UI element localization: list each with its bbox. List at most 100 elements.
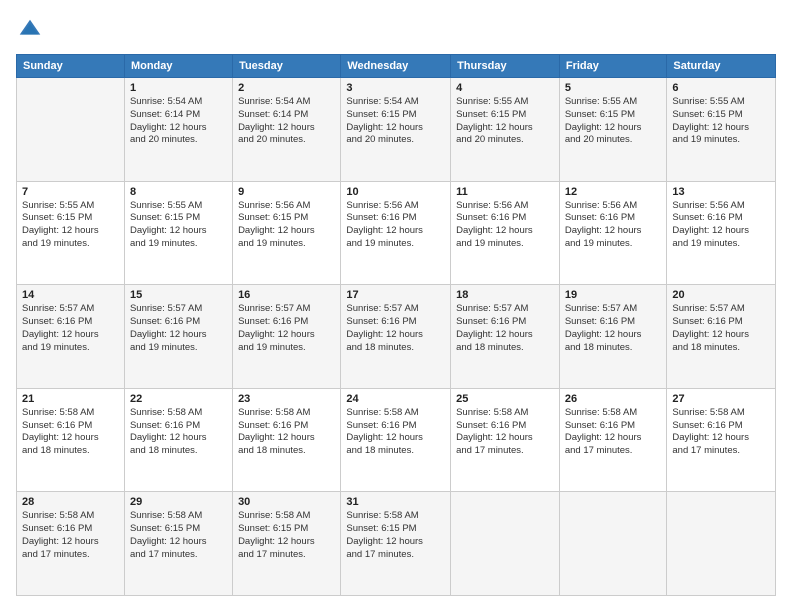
- calendar-cell: 20Sunrise: 5:57 AM Sunset: 6:16 PM Dayli…: [667, 285, 776, 389]
- page: SundayMondayTuesdayWednesdayThursdayFrid…: [0, 0, 792, 612]
- logo: [16, 16, 48, 44]
- day-number: 2: [238, 82, 335, 94]
- calendar-cell: [17, 78, 125, 182]
- calendar-cell: 27 Sunrise: 5:58 AM Sunset: 6:16 PM Dayli…: [667, 388, 776, 492]
- calendar-cell: 13 Sunrise: 5:56 AM Sunset: 6:16 PM Dayli…: [667, 181, 776, 285]
- day-info: Sunrise: 5:58 AM Sunset: 6:15 PM Dayligh…: [346, 510, 445, 561]
- calendar-cell: 31 Sunrise: 5:58 AM Sunset: 6:15 PM Dayli…: [341, 492, 451, 596]
- day-info: Sunrise: 5:55 AM Sunset: 6:15 PM Dayligh…: [22, 200, 119, 251]
- calendar-week-row: 21Sunrise: 5:58 AM Sunset: 6:16 PM Dayli…: [17, 388, 776, 492]
- day-info: Sunrise: 5:58 AM Sunset: 6:16 PM Dayligh…: [672, 407, 770, 458]
- day-number: 24: [346, 393, 445, 405]
- day-number: 11: [456, 186, 554, 198]
- calendar-cell: 15 Sunrise: 5:57 AM Sunset: 6:16 PM Dayli…: [124, 285, 232, 389]
- day-number: 4: [456, 82, 554, 94]
- header: [16, 16, 776, 44]
- day-info: Sunrise: 5:58 AM Sunset: 6:16 PM Dayligh…: [22, 510, 119, 561]
- day-info: Sunrise: 5:55 AM Sunset: 6:15 PM Dayligh…: [130, 200, 227, 251]
- calendar-cell: 28Sunrise: 5:58 AM Sunset: 6:16 PM Dayli…: [17, 492, 125, 596]
- day-number: 22: [130, 393, 227, 405]
- day-info: Sunrise: 5:57 AM Sunset: 6:16 PM Dayligh…: [346, 303, 445, 354]
- day-number: 23: [238, 393, 335, 405]
- calendar-cell: 17 Sunrise: 5:57 AM Sunset: 6:16 PM Dayli…: [341, 285, 451, 389]
- day-number: 17: [346, 289, 445, 301]
- calendar-cell: 1 Sunrise: 5:54 AM Sunset: 6:14 PM Daylig…: [124, 78, 232, 182]
- calendar-cell: 11 Sunrise: 5:56 AM Sunset: 6:16 PM Dayli…: [451, 181, 560, 285]
- calendar-cell: 18 Sunrise: 5:57 AM Sunset: 6:16 PM Dayli…: [451, 285, 560, 389]
- calendar-cell: 4Sunrise: 5:55 AM Sunset: 6:15 PM Daylig…: [451, 78, 560, 182]
- day-number: 26: [565, 393, 662, 405]
- day-number: 3: [346, 82, 445, 94]
- calendar-cell: 8 Sunrise: 5:55 AM Sunset: 6:15 PM Daylig…: [124, 181, 232, 285]
- logo-icon: [16, 16, 44, 44]
- day-number: 16: [238, 289, 335, 301]
- day-info: Sunrise: 5:58 AM Sunset: 6:15 PM Dayligh…: [130, 510, 227, 561]
- calendar-cell: [559, 492, 667, 596]
- day-info: Sunrise: 5:57 AM Sunset: 6:16 PM Dayligh…: [565, 303, 662, 354]
- day-info: Sunrise: 5:58 AM Sunset: 6:16 PM Dayligh…: [456, 407, 554, 458]
- calendar-cell: 2 Sunrise: 5:54 AM Sunset: 6:14 PM Daylig…: [233, 78, 341, 182]
- calendar-cell: 10 Sunrise: 5:56 AM Sunset: 6:16 PM Dayli…: [341, 181, 451, 285]
- day-number: 30: [238, 496, 335, 508]
- day-number: 7: [22, 186, 119, 198]
- calendar-week-row: 1 Sunrise: 5:54 AM Sunset: 6:14 PM Daylig…: [17, 78, 776, 182]
- day-number: 31: [346, 496, 445, 508]
- day-info: Sunrise: 5:55 AM Sunset: 6:15 PM Dayligh…: [672, 96, 770, 147]
- weekday-header: Tuesday: [233, 55, 341, 78]
- weekday-header: Monday: [124, 55, 232, 78]
- day-number: 19: [565, 289, 662, 301]
- day-number: 8: [130, 186, 227, 198]
- day-number: 12: [565, 186, 662, 198]
- weekday-header: Sunday: [17, 55, 125, 78]
- calendar-cell: 25 Sunrise: 5:58 AM Sunset: 6:16 PM Dayli…: [451, 388, 560, 492]
- day-info: Sunrise: 5:55 AM Sunset: 6:15 PM Dayligh…: [565, 96, 662, 147]
- day-info: Sunrise: 5:56 AM Sunset: 6:16 PM Dayligh…: [456, 200, 554, 251]
- calendar-cell: 12Sunrise: 5:56 AM Sunset: 6:16 PM Dayli…: [559, 181, 667, 285]
- day-number: 9: [238, 186, 335, 198]
- calendar-cell: 5Sunrise: 5:55 AM Sunset: 6:15 PM Daylig…: [559, 78, 667, 182]
- calendar-cell: 3 Sunrise: 5:54 AM Sunset: 6:15 PM Daylig…: [341, 78, 451, 182]
- day-info: Sunrise: 5:58 AM Sunset: 6:16 PM Dayligh…: [238, 407, 335, 458]
- calendar-cell: 30 Sunrise: 5:58 AM Sunset: 6:15 PM Dayli…: [233, 492, 341, 596]
- calendar-cell: 29 Sunrise: 5:58 AM Sunset: 6:15 PM Dayli…: [124, 492, 232, 596]
- calendar-cell: 23 Sunrise: 5:58 AM Sunset: 6:16 PM Dayli…: [233, 388, 341, 492]
- calendar-cell: 24Sunrise: 5:58 AM Sunset: 6:16 PM Dayli…: [341, 388, 451, 492]
- calendar-cell: 22 Sunrise: 5:58 AM Sunset: 6:16 PM Dayli…: [124, 388, 232, 492]
- day-number: 15: [130, 289, 227, 301]
- day-number: 25: [456, 393, 554, 405]
- day-info: Sunrise: 5:54 AM Sunset: 6:15 PM Dayligh…: [346, 96, 445, 147]
- day-info: Sunrise: 5:56 AM Sunset: 6:16 PM Dayligh…: [346, 200, 445, 251]
- day-number: 27: [672, 393, 770, 405]
- day-info: Sunrise: 5:58 AM Sunset: 6:16 PM Dayligh…: [130, 407, 227, 458]
- day-info: Sunrise: 5:57 AM Sunset: 6:16 PM Dayligh…: [672, 303, 770, 354]
- calendar-cell: 16 Sunrise: 5:57 AM Sunset: 6:16 PM Dayli…: [233, 285, 341, 389]
- day-number: 14: [22, 289, 119, 301]
- calendar-week-row: 28Sunrise: 5:58 AM Sunset: 6:16 PM Dayli…: [17, 492, 776, 596]
- calendar-table: SundayMondayTuesdayWednesdayThursdayFrid…: [16, 54, 776, 596]
- day-info: Sunrise: 5:57 AM Sunset: 6:16 PM Dayligh…: [456, 303, 554, 354]
- calendar-cell: 14 Sunrise: 5:57 AM Sunset: 6:16 PM Dayli…: [17, 285, 125, 389]
- calendar-week-row: 7 Sunrise: 5:55 AM Sunset: 6:15 PM Daylig…: [17, 181, 776, 285]
- calendar-header-row: SundayMondayTuesdayWednesdayThursdayFrid…: [17, 55, 776, 78]
- day-number: 13: [672, 186, 770, 198]
- weekday-header: Thursday: [451, 55, 560, 78]
- calendar-cell: 21Sunrise: 5:58 AM Sunset: 6:16 PM Dayli…: [17, 388, 125, 492]
- weekday-header: Friday: [559, 55, 667, 78]
- day-info: Sunrise: 5:54 AM Sunset: 6:14 PM Dayligh…: [130, 96, 227, 147]
- day-info: Sunrise: 5:56 AM Sunset: 6:16 PM Dayligh…: [672, 200, 770, 251]
- day-info: Sunrise: 5:58 AM Sunset: 6:15 PM Dayligh…: [238, 510, 335, 561]
- day-number: 6: [672, 82, 770, 94]
- day-number: 1: [130, 82, 227, 94]
- day-info: Sunrise: 5:56 AM Sunset: 6:15 PM Dayligh…: [238, 200, 335, 251]
- day-number: 10: [346, 186, 445, 198]
- day-info: Sunrise: 5:54 AM Sunset: 6:14 PM Dayligh…: [238, 96, 335, 147]
- calendar-cell: 26 Sunrise: 5:58 AM Sunset: 6:16 PM Dayli…: [559, 388, 667, 492]
- day-info: Sunrise: 5:58 AM Sunset: 6:16 PM Dayligh…: [565, 407, 662, 458]
- day-info: Sunrise: 5:57 AM Sunset: 6:16 PM Dayligh…: [130, 303, 227, 354]
- day-info: Sunrise: 5:58 AM Sunset: 6:16 PM Dayligh…: [22, 407, 119, 458]
- calendar-cell: 9 Sunrise: 5:56 AM Sunset: 6:15 PM Daylig…: [233, 181, 341, 285]
- day-number: 18: [456, 289, 554, 301]
- day-number: 29: [130, 496, 227, 508]
- day-info: Sunrise: 5:57 AM Sunset: 6:16 PM Dayligh…: [22, 303, 119, 354]
- day-info: Sunrise: 5:57 AM Sunset: 6:16 PM Dayligh…: [238, 303, 335, 354]
